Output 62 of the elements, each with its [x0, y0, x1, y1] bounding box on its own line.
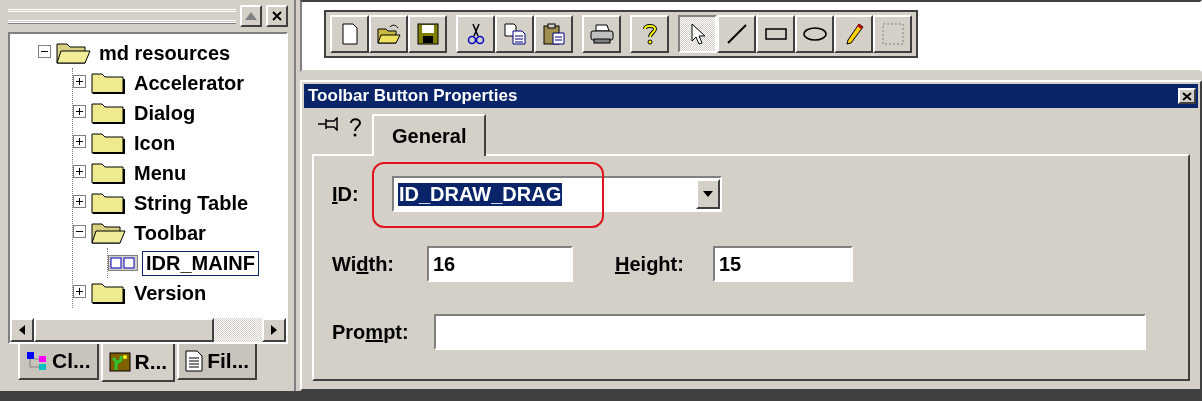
printer-icon [589, 22, 614, 46]
tree-item[interactable]: Accelerator [130, 70, 249, 96]
id-combo-box[interactable]: ID_DRAW_DRAG [392, 176, 722, 212]
close-icon [1182, 91, 1192, 101]
maximize-button[interactable] [240, 5, 262, 27]
workspace-tab[interactable]: Fil... [177, 344, 258, 380]
scrollbar-thumb[interactable] [34, 318, 214, 342]
grip-bar[interactable] [8, 9, 236, 23]
folder-icon [90, 160, 126, 186]
collapse-icon[interactable] [38, 45, 51, 58]
open-folder-icon [376, 22, 401, 46]
scroll-left-button[interactable] [10, 318, 34, 342]
expand-icon[interactable] [73, 135, 86, 148]
expand-icon[interactable] [73, 75, 86, 88]
up-arrow-icon [245, 12, 257, 20]
right-arrow-icon [271, 325, 277, 335]
scroll-right-button[interactable] [262, 318, 286, 342]
class-view-icon [26, 351, 48, 371]
tree-item[interactable]: String Table [130, 190, 253, 216]
prompt-label: Prompt: [332, 320, 410, 344]
height-field[interactable]: 15 [713, 246, 853, 282]
height-label: Height: [615, 252, 685, 276]
pushpin-icon[interactable] [318, 117, 340, 131]
dialog-title: Toolbar Button Properties [308, 86, 518, 106]
caret-icon [703, 191, 713, 197]
workspace-tab[interactable]: Cl... [18, 344, 99, 380]
tree-item[interactable]: Dialog [130, 100, 200, 126]
id-label: ID: [332, 182, 360, 206]
folder-icon [90, 100, 126, 126]
copy-icon [502, 22, 527, 46]
dialog-tab[interactable]: General [372, 114, 487, 156]
resource-view-icon [108, 352, 131, 372]
dropdown-button[interactable] [696, 179, 720, 209]
file-view-icon [185, 350, 204, 372]
tree-item[interactable]: Version [130, 280, 211, 306]
collapse-icon[interactable] [73, 225, 86, 238]
tree-item[interactable]: Toolbar [130, 220, 210, 246]
width-field[interactable]: 16 [427, 246, 573, 282]
close-icon [272, 11, 282, 21]
expand-icon[interactable] [73, 105, 86, 118]
close-button[interactable] [266, 5, 288, 27]
help-icon[interactable] [348, 117, 362, 137]
clipboard-icon [541, 22, 566, 46]
folder-icon [90, 280, 126, 306]
expand-icon[interactable] [73, 195, 86, 208]
folder-icon [90, 190, 126, 216]
tree-item[interactable]: IDR_MAINF [142, 250, 259, 276]
open-folder-icon [90, 220, 126, 246]
width-label: Width: [332, 252, 396, 276]
close-button[interactable] [1178, 88, 1196, 104]
folder-icon [90, 130, 126, 156]
expand-icon[interactable] [73, 165, 86, 178]
open-folder-icon [55, 40, 91, 66]
tree-item[interactable]: md resources [95, 40, 235, 66]
prompt-field[interactable] [434, 314, 1146, 350]
selection-tool-icon [880, 22, 905, 46]
expand-icon[interactable] [73, 285, 86, 298]
folder-icon [90, 70, 126, 96]
left-arrow-icon [19, 325, 25, 335]
tree-item[interactable]: Icon [130, 130, 180, 156]
tree-item[interactable]: Menu [130, 160, 191, 186]
workspace-tab[interactable]: R... [100, 344, 176, 382]
